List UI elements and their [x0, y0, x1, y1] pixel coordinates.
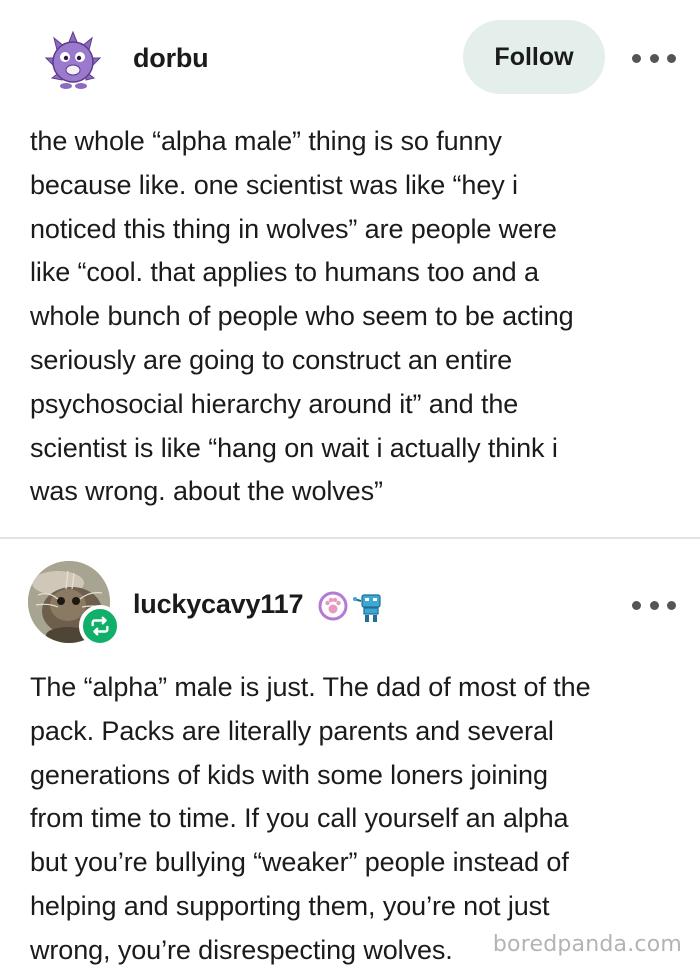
robot-badge-icon[interactable] — [352, 589, 388, 625]
username[interactable]: luckycavy117 — [133, 589, 303, 620]
username[interactable]: dorbu — [133, 43, 209, 74]
post-reblog: luckycavy117 The “alpha” male is just. T… — [0, 537, 700, 967]
post-original: dorbu Follow the whole “alpha male” thin… — [0, 0, 700, 537]
purple-monster-avatar-icon[interactable] — [40, 28, 106, 94]
post-body-text: The “alpha” male is just. The dad of mos… — [30, 672, 591, 965]
more-options-icon[interactable] — [632, 51, 676, 65]
reblog-icon[interactable] — [79, 605, 121, 647]
paw-badge-icon[interactable] — [318, 591, 348, 621]
more-options-icon[interactable] — [632, 598, 676, 612]
watermark: boredpanda.com — [492, 932, 682, 957]
follow-button[interactable]: Follow — [463, 20, 605, 94]
post-body-text: the whole “alpha male” thing is so funny… — [30, 126, 574, 507]
